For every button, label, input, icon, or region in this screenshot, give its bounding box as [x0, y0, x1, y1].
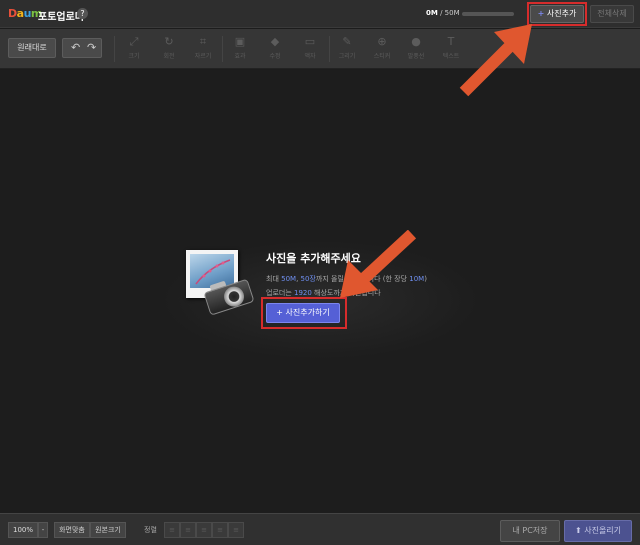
edit-toolbar: 원래대로 ↶ ↷ ⤢ 크기 ↻ 회전 ⌗ 자르기 ▣ 효과 ◆ 수정 ▭ 액자 …: [0, 29, 640, 69]
align-none-button[interactable]: ≡: [228, 522, 244, 538]
tool-draw[interactable]: ✎ 그리기: [332, 35, 362, 60]
eraser-icon: ◆: [270, 35, 280, 48]
annotation-arrow-top: [459, 24, 532, 97]
title-bar: Daum 포토업로더 ? 0M / 50M + 사진추가 전체삭제: [0, 0, 640, 28]
photo-canvas[interactable]: 사진을 추가해주세요 최대 50M, 50장까지 올릴 수 있습니다 (한 장당…: [0, 70, 640, 513]
toolbar-divider: [114, 36, 115, 62]
fit-screen-button[interactable]: 화면맞춤: [54, 522, 90, 538]
resize-icon: ⤢: [129, 35, 139, 48]
tool-sticker[interactable]: ⊕ 스티커: [367, 35, 397, 60]
rotate-icon: ↻: [164, 35, 174, 48]
original-size-button[interactable]: 원본크기: [90, 522, 126, 538]
highlight-box-add-photo: [527, 2, 587, 26]
up-arrow-icon: ⬆: [574, 526, 582, 535]
zoom-dropdown[interactable]: -: [38, 522, 48, 538]
zoom-level[interactable]: 100%: [8, 522, 38, 538]
usage-progress-bar: [462, 12, 514, 16]
crop-icon: ⌗: [199, 35, 207, 48]
tool-speech-bubble[interactable]: ● 말풍선: [401, 35, 431, 60]
align-center-button[interactable]: ≡: [180, 522, 196, 538]
highlight-box-add-photo-cta: [261, 297, 347, 329]
upload-photos-button[interactable]: ⬆ 사진올리기: [564, 520, 632, 542]
annotation-arrow-center: [340, 230, 417, 298]
toolbar-divider: [329, 36, 330, 62]
revert-original-button[interactable]: 원래대로: [8, 38, 56, 58]
redo-icon[interactable]: ↷: [87, 41, 96, 54]
undo-icon[interactable]: ↶: [71, 41, 80, 54]
bottom-bar: 100% - 화면맞춤 원본크기 정렬 ≡ ≡ ≡ ≡ ≡ 내 PC저장 ⬆ 사…: [0, 513, 640, 545]
align-label: 정렬: [144, 526, 157, 534]
storage-usage: 0M / 50M: [426, 9, 460, 17]
delete-all-button[interactable]: 전체삭제: [590, 5, 634, 23]
speech-bubble-icon: ●: [411, 35, 421, 48]
effect-icon: ▣: [234, 35, 246, 48]
pen-icon: ✎: [342, 35, 352, 48]
toolbar-divider: [222, 36, 223, 62]
usage-total: / 50M: [440, 9, 460, 17]
help-icon[interactable]: ?: [77, 8, 88, 19]
tool-rotate[interactable]: ↻ 회전: [154, 35, 184, 60]
tool-crop[interactable]: ⌗ 자르기: [188, 35, 218, 60]
align-justify-button[interactable]: ≡: [212, 522, 228, 538]
tool-resize[interactable]: ⤢ 크기: [119, 35, 149, 60]
undo-redo-group: ↶ ↷: [62, 38, 102, 58]
align-right-button[interactable]: ≡: [196, 522, 212, 538]
sticker-icon: ⊕: [377, 35, 387, 48]
save-to-pc-button[interactable]: 내 PC저장: [500, 520, 560, 542]
tool-effect[interactable]: ▣ 효과: [225, 35, 255, 60]
usage-current: 0M: [426, 9, 438, 17]
daum-logo: Daum: [8, 7, 42, 20]
tool-retouch[interactable]: ◆ 수정: [260, 35, 290, 60]
frame-icon: ▭: [304, 35, 316, 48]
align-left-button[interactable]: ≡: [164, 522, 180, 538]
tool-frame[interactable]: ▭ 액자: [295, 35, 325, 60]
